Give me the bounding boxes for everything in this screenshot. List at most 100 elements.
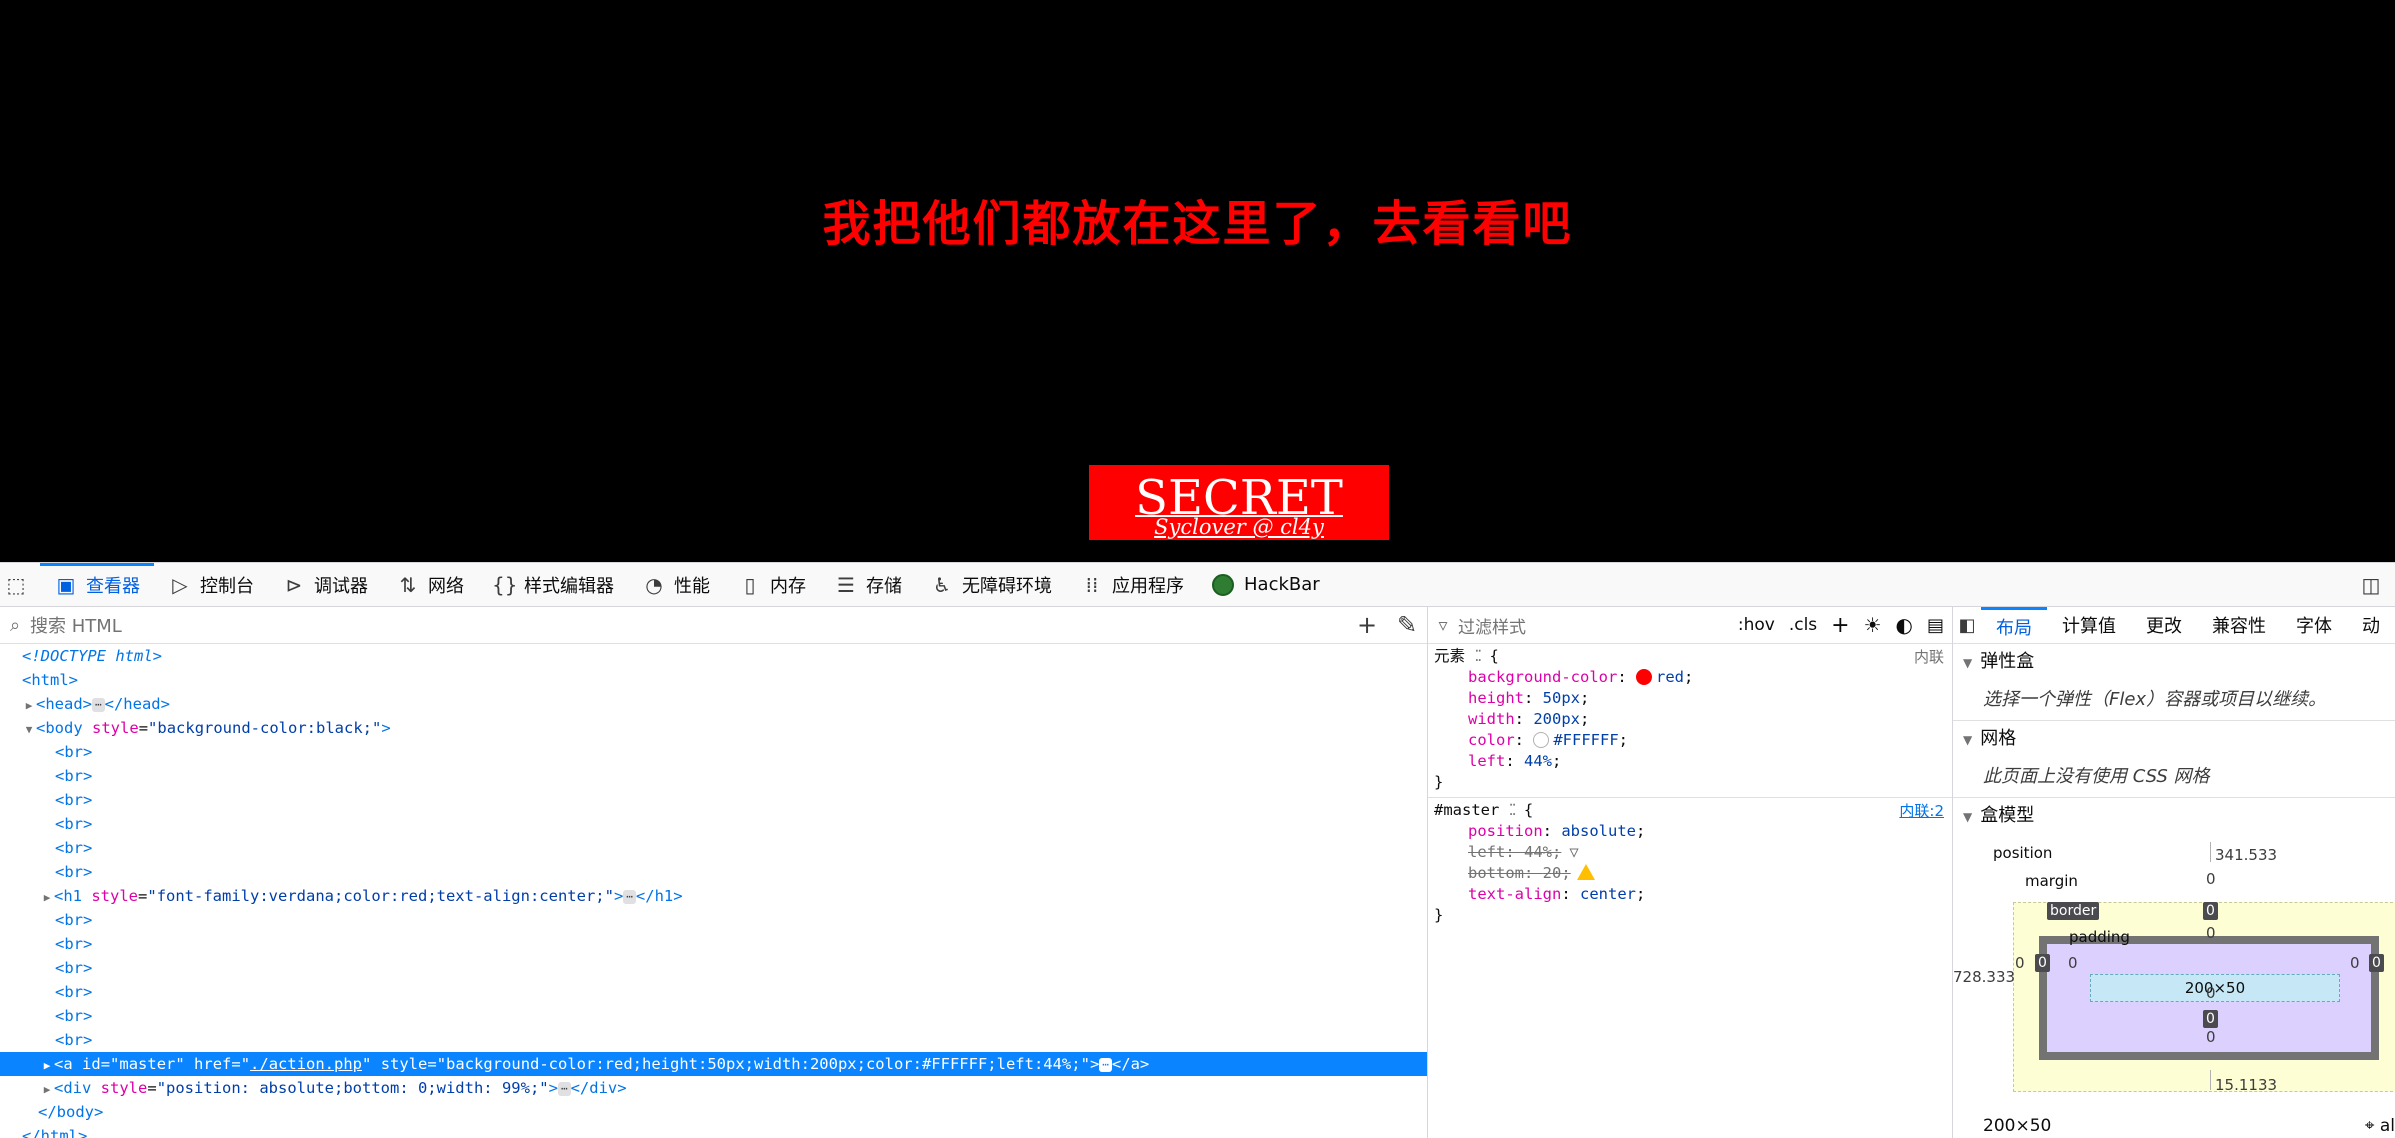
selector-highlight-icon[interactable]: ⁚⁚ <box>1474 647 1482 665</box>
tree-node-br[interactable]: <br> <box>0 980 1427 1004</box>
tree-node-br[interactable]: <br> <box>0 956 1427 980</box>
tree-node-br[interactable]: <br> <box>0 1004 1427 1028</box>
border-right-value[interactable]: 0 <box>2369 954 2384 972</box>
tree-node-br[interactable]: <br> <box>0 932 1427 956</box>
tree-node-body[interactable]: ▼ <body style="background-color:black;"> <box>0 716 1427 740</box>
flexbox-section-header[interactable]: ▼ 弹性盒 <box>1953 644 2395 680</box>
tab-console[interactable]: ▷ 控制台 <box>154 563 268 606</box>
secret-link-button[interactable]: SECRET Syclover @ cl4y <box>1089 465 1389 540</box>
tree-node-br[interactable]: <br> <box>0 836 1427 860</box>
grid-section-header[interactable]: ▼ 网格 <box>1953 721 2395 757</box>
tree-node-head[interactable]: ▶ <head> ⋯ </head> <box>0 692 1427 716</box>
tab-fonts[interactable]: 字体 <box>2281 607 2347 643</box>
collapsed-ellipsis[interactable]: ⋯ <box>92 697 105 712</box>
dark-mode-icon[interactable]: ◐ <box>1896 613 1913 637</box>
tree-node-div[interactable]: ▶ <div style="position: absolute;bottom: … <box>0 1076 1427 1100</box>
color-swatch-icon[interactable] <box>1635 669 1652 685</box>
cls-toggle[interactable]: .cls <box>1789 615 1817 635</box>
tab-inspector[interactable]: ▣ 查看器 <box>40 563 154 606</box>
tree-node-a-master-selected[interactable]: ▶ <a id="master" href="./action.php" styl… <box>0 1052 1427 1076</box>
tree-node-h1[interactable]: ▶ <h1 style="font-family:verdana;color:re… <box>0 884 1427 908</box>
expand-triangle-icon[interactable]: ▶ <box>40 1078 54 1102</box>
tree-node-body-close[interactable]: </body> <box>0 1100 1427 1124</box>
expand-triangle-icon[interactable]: ▶ <box>40 886 54 910</box>
tab-storage[interactable]: ☰ 存储 <box>820 563 916 606</box>
print-media-icon[interactable]: ▤ <box>1927 615 1944 636</box>
crosshair-icon[interactable]: ⌖ <box>2365 1116 2375 1136</box>
toggle-pane-icon[interactable]: ◧ <box>1953 607 1981 643</box>
styles-filter-input[interactable]: 过滤样式 <box>1458 613 1738 638</box>
warning-icon[interactable] <box>1576 864 1595 880</box>
add-rule-icon[interactable]: + <box>1831 613 1849 638</box>
declaration[interactable]: position: absolute; <box>1434 821 1946 842</box>
tree-node-br[interactable]: <br> <box>0 860 1427 884</box>
light-mode-icon[interactable]: ☀ <box>1864 613 1882 637</box>
tab-layout[interactable]: 布局 <box>1981 607 2047 643</box>
padding-top-value[interactable]: 0 <box>2206 924 2216 942</box>
declaration-overridden[interactable]: left: 44%; ▽ <box>1434 842 1946 863</box>
tab-style-editor[interactable]: {} 样式编辑器 <box>478 563 628 606</box>
position-top-value[interactable]: 341.533 <box>2215 846 2277 864</box>
expand-triangle-icon[interactable]: ▶ <box>40 1054 54 1078</box>
styles-filter-bar: ▿ 过滤样式 :hov .cls + ☀ ◐ ▤ <box>1428 607 1952 644</box>
position-left-value[interactable]: 728.333 <box>1953 968 2015 986</box>
tab-hackbar[interactable]: HackBar <box>1198 563 1334 606</box>
tree-node-br[interactable]: <br> <box>0 812 1427 836</box>
tree-node-br[interactable]: <br> <box>0 740 1427 764</box>
dock-options-button[interactable]: ◫ <box>2355 563 2395 606</box>
declaration[interactable]: color: #FFFFFF; <box>1434 730 1946 751</box>
filter-icon[interactable]: ▽ <box>1569 843 1578 861</box>
add-node-button[interactable]: + <box>1347 611 1387 639</box>
tree-node-br[interactable]: <br> <box>0 764 1427 788</box>
tab-debugger[interactable]: ⊳ 调试器 <box>268 563 382 606</box>
tab-network[interactable]: ⇅ 网络 <box>382 563 478 606</box>
tab-performance[interactable]: ◔ 性能 <box>628 563 724 606</box>
padding-left-value[interactable]: 0 <box>2068 954 2078 972</box>
tree-node-br[interactable]: <br> <box>0 1028 1427 1052</box>
hov-toggle[interactable]: :hov <box>1738 615 1775 635</box>
declaration[interactable]: text-align: center; <box>1434 884 1946 905</box>
margin-bottom-value[interactable]: 0 <box>2206 1028 2216 1046</box>
padding-right-value[interactable]: 0 <box>2350 954 2360 972</box>
selector-highlight-icon[interactable]: ⁚⁚ <box>1509 801 1517 819</box>
page-viewport: 我把他们都放在这里了，去看看吧 SECRET Syclover @ cl4y <box>0 0 2395 562</box>
declaration[interactable]: height: 50px; <box>1434 688 1946 709</box>
padding-bottom-value[interactable]: 0 <box>2206 984 2216 1002</box>
tree-node-html[interactable]: <html> <box>0 668 1427 692</box>
tab-animations[interactable]: 动 <box>2347 607 2395 643</box>
prop-name: background-color <box>1468 668 1618 686</box>
rule-source-link[interactable]: 内联:2 <box>1899 800 1944 821</box>
tab-computed[interactable]: 计算值 <box>2047 607 2131 643</box>
tab-compatibility[interactable]: 兼容性 <box>2197 607 2281 643</box>
tab-application[interactable]: ⁞⁞ 应用程序 <box>1066 563 1198 606</box>
color-swatch-icon[interactable] <box>1533 732 1550 748</box>
href-link[interactable]: ./action.php <box>250 1055 362 1073</box>
position-bottom-value[interactable]: 15.1133 <box>2215 1076 2277 1094</box>
border-top-value[interactable]: 0 <box>2203 902 2218 920</box>
eyedropper-button[interactable]: ✎ <box>1387 611 1427 639</box>
tree-node-br[interactable]: <br> <box>0 788 1427 812</box>
tab-accessibility[interactable]: ♿ 无障碍环境 <box>916 563 1066 606</box>
collapsed-ellipsis[interactable]: ⋯ <box>623 889 636 904</box>
border-bottom-value[interactable]: 0 <box>2203 1010 2218 1028</box>
collapsed-ellipsis[interactable]: ⋯ <box>1099 1057 1112 1072</box>
declaration-overridden[interactable]: bottom: 20; <box>1434 863 1946 884</box>
tree-node-html-close[interactable]: </html> <box>0 1124 1427 1138</box>
tab-changes[interactable]: 更改 <box>2131 607 2197 643</box>
expand-triangle-icon[interactable]: ▶ <box>22 694 36 718</box>
tab-memory[interactable]: ▯ 内存 <box>724 563 820 606</box>
tree-node-doctype[interactable]: <!DOCTYPE html> <box>0 644 1427 668</box>
border-left-value[interactable]: 0 <box>2035 954 2050 972</box>
html-search-input[interactable]: 搜索 HTML <box>30 612 1347 638</box>
boxmodel-section-header[interactable]: ▼ 盒模型 <box>1953 798 2395 834</box>
collapsed-ellipsis[interactable]: ⋯ <box>557 1081 571 1096</box>
margin-top-value[interactable]: 0 <box>2206 870 2216 888</box>
margin-left-value[interactable]: 0 <box>2015 954 2025 972</box>
declaration[interactable]: background-color: red; <box>1434 667 1946 688</box>
declaration[interactable]: left: 44%; <box>1434 751 1946 772</box>
collapse-triangle-icon[interactable]: ▼ <box>22 718 36 742</box>
prop-value: 50px <box>1542 689 1580 707</box>
tree-node-br[interactable]: <br> <box>0 908 1427 932</box>
declaration[interactable]: width: 200px; <box>1434 709 1946 730</box>
element-picker-button[interactable]: ⬚ <box>0 563 40 606</box>
